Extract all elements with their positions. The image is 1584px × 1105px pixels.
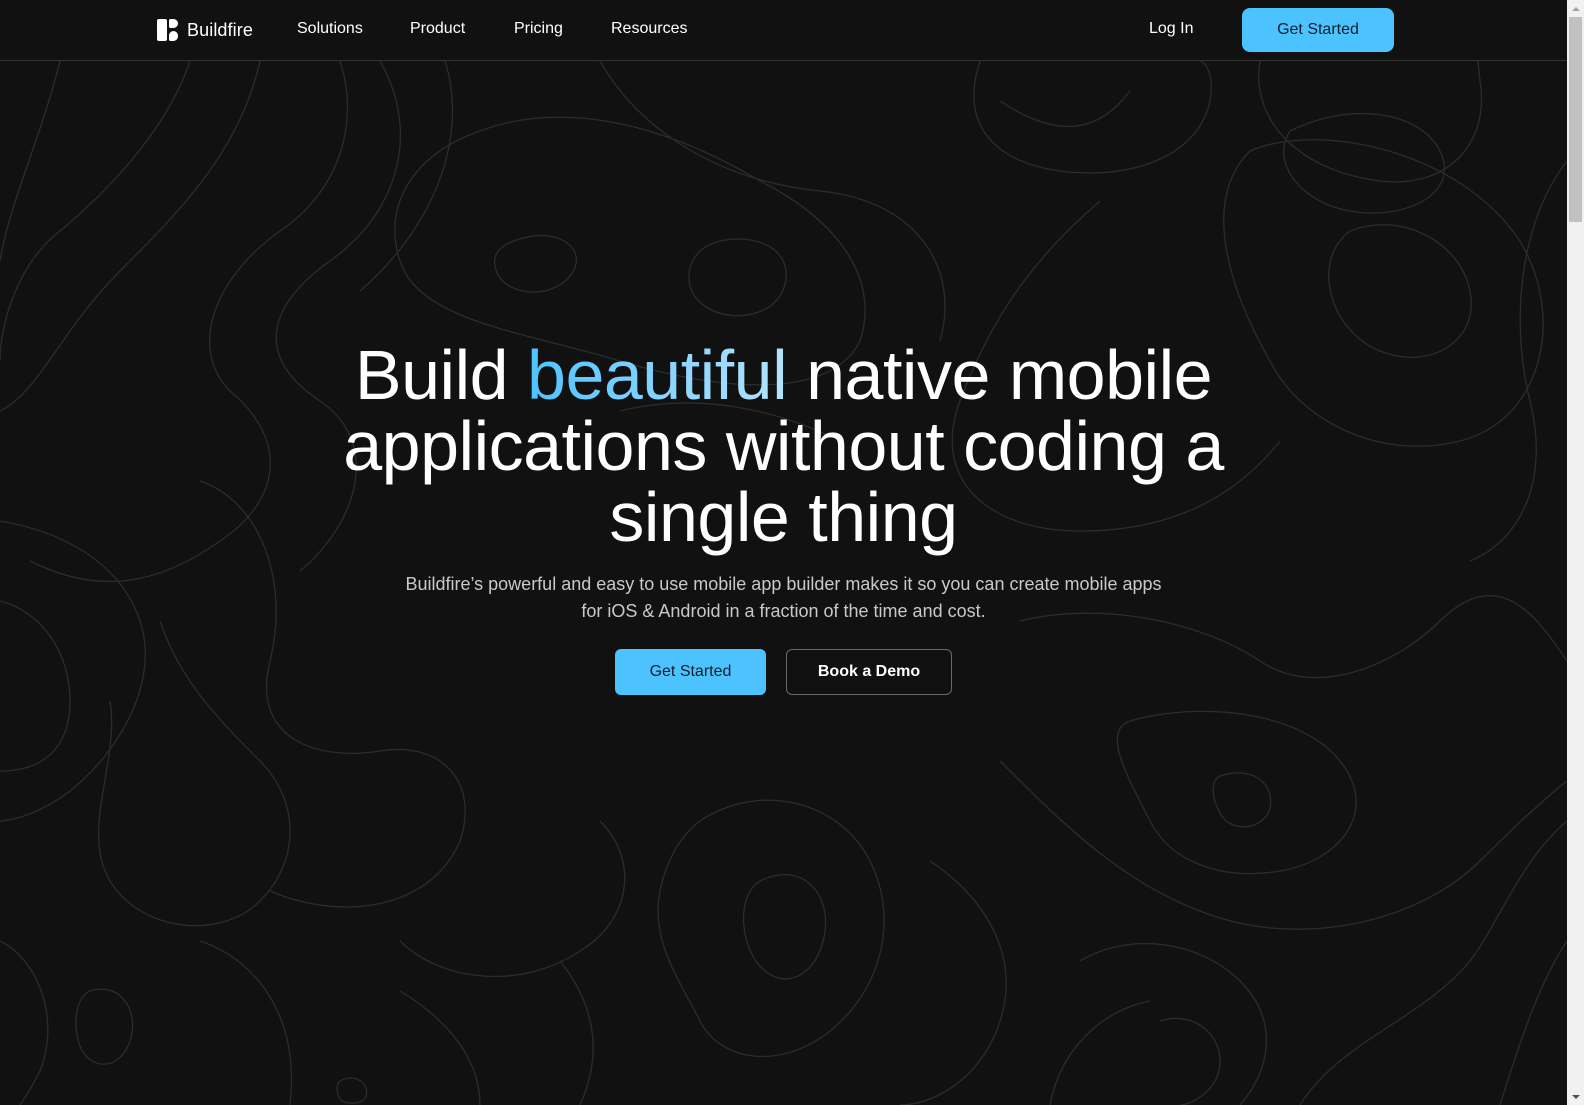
nav-item-resources[interactable]: Resources (611, 20, 687, 38)
contour-line (75, 988, 134, 1065)
contour-line (1299, 820, 1567, 1105)
contour-line (1283, 113, 1446, 214)
contour-line (599, 61, 946, 342)
vertical-scrollbar[interactable] (1567, 0, 1584, 1105)
headline-text-start: Build (354, 336, 528, 414)
nav-item-solutions[interactable]: Solutions (297, 20, 363, 38)
contour-line (0, 61, 61, 262)
contour-line (688, 238, 787, 317)
nav-get-started-button[interactable]: Get Started (1242, 8, 1394, 52)
hero-section: Build beautiful native mobile applicatio… (0, 340, 1567, 695)
buildfire-logo-icon (157, 18, 179, 42)
nav-item-product[interactable]: Product (410, 20, 465, 38)
hero-cta-group: Get Started Book a Demo (0, 649, 1567, 695)
contour-line (1499, 940, 1567, 1105)
contour-line (742, 874, 827, 980)
contour-line (399, 990, 481, 1105)
login-link[interactable]: Log In (1149, 20, 1193, 38)
contour-line (336, 1077, 368, 1104)
scroll-down-arrow-icon[interactable] (1567, 1088, 1584, 1105)
scroll-up-arrow-icon[interactable] (1567, 0, 1584, 17)
contour-line (999, 90, 1131, 128)
contour-line (1328, 224, 1472, 358)
contour-line (0, 940, 49, 1105)
contour-line (1079, 943, 1268, 1105)
contour-line (657, 799, 885, 1058)
hero-subtitle: Buildfire’s powerful and easy to use mob… (405, 574, 1162, 621)
brand-name: Buildfire (187, 19, 253, 40)
contour-line (199, 940, 293, 1105)
top-navigation: Buildfire Solutions Product Pricing Reso… (0, 0, 1567, 61)
book-demo-button[interactable]: Book a Demo (786, 649, 952, 695)
contour-line (559, 960, 594, 1105)
scrollbar-thumb[interactable] (1569, 17, 1582, 222)
brand-logo[interactable]: Buildfire (157, 17, 253, 43)
contour-line (1212, 772, 1272, 828)
contour-line (1116, 710, 1357, 875)
contour-line (0, 61, 191, 362)
contour-line (399, 820, 626, 978)
contour-line (973, 61, 1212, 174)
hero-headline: Build beautiful native mobile applicatio… (274, 340, 1294, 553)
nav-item-pricing[interactable]: Pricing (514, 20, 563, 38)
contour-line (1159, 1017, 1221, 1105)
contour-line (493, 234, 577, 293)
contour-line (899, 860, 1007, 1105)
page: Buildfire Solutions Product Pricing Reso… (0, 0, 1567, 1105)
headline-accent-word: beautiful (527, 336, 788, 414)
contour-line (999, 760, 1567, 930)
contour-line (1258, 61, 1483, 183)
contour-line (359, 61, 454, 292)
contour-line (1049, 1000, 1151, 1105)
get-started-button[interactable]: Get Started (615, 649, 766, 695)
